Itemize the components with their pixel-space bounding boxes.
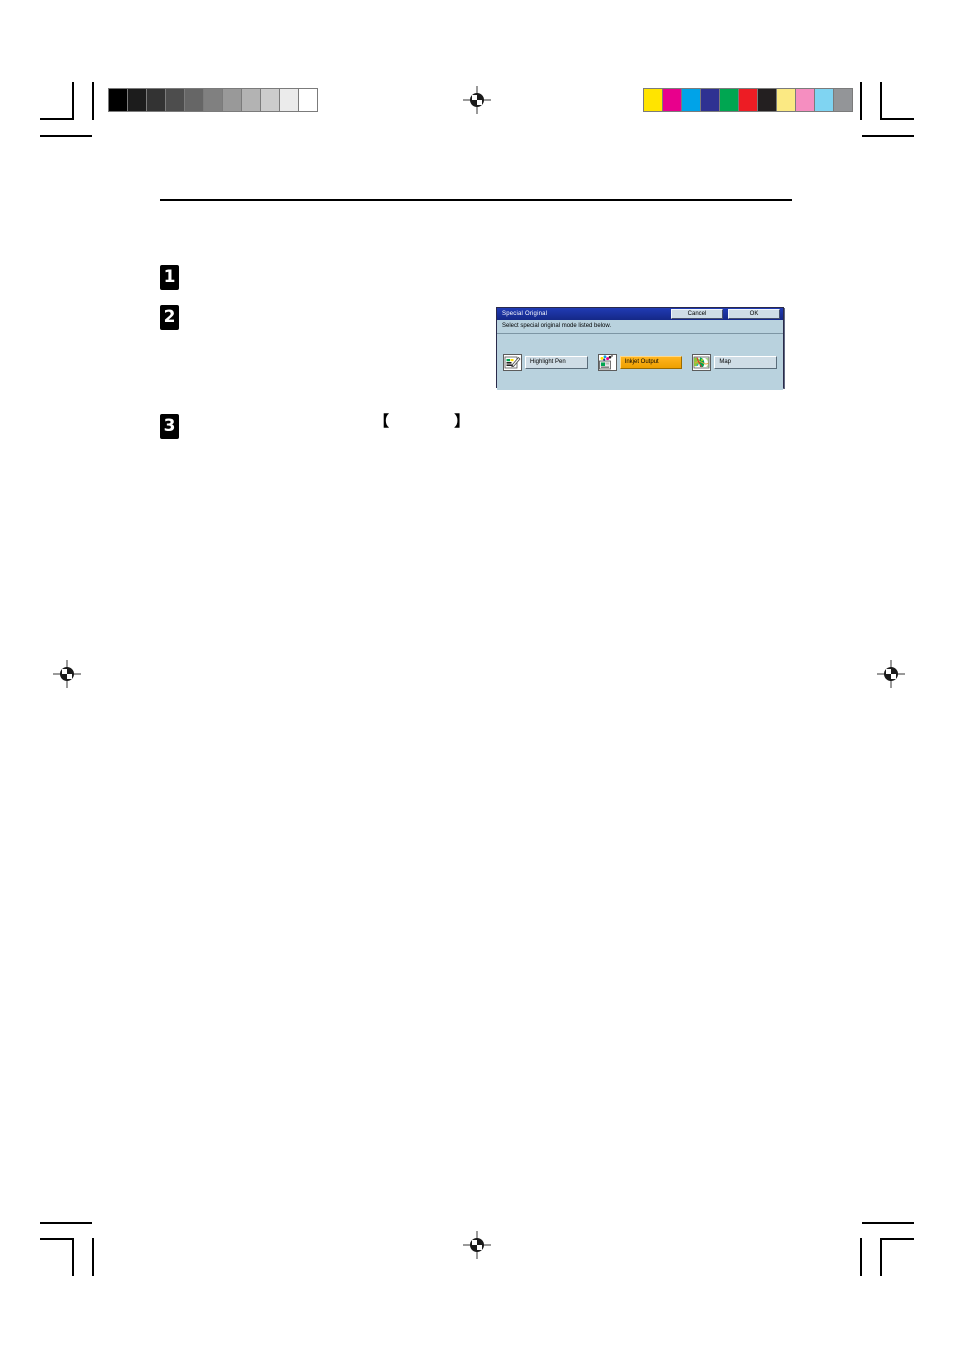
- mode-option-map[interactable]: Map: [692, 353, 778, 371]
- color-patch-1: [662, 89, 681, 111]
- crop-mark-top-right-horizontal-b: [862, 135, 914, 137]
- crop-mark-top-right-vertical-b: [880, 82, 882, 120]
- crop-mark-bottom-right-vertical-a: [860, 1238, 862, 1276]
- section-divider-rule: [160, 199, 792, 201]
- color-calibration-strip: [643, 88, 853, 112]
- step-marker-3: 3: [160, 414, 179, 439]
- grayscale-patch-6: [222, 89, 241, 111]
- color-patch-6: [757, 89, 776, 111]
- crop-mark-top-right-vertical-a: [860, 82, 862, 120]
- color-patch-0: [644, 89, 662, 111]
- dialog-instruction: Select special original mode listed belo…: [497, 320, 783, 333]
- color-patch-10: [833, 89, 852, 111]
- crop-mark-bottom-right-horizontal-b: [880, 1238, 914, 1240]
- grayscale-patch-8: [260, 89, 279, 111]
- grayscale-patch-5: [203, 89, 222, 111]
- registration-mark-right-middle: [877, 660, 905, 688]
- grayscale-patch-7: [241, 89, 260, 111]
- mode-label-inkjet-output[interactable]: Inkjet Output: [619, 355, 683, 369]
- color-patch-3: [700, 89, 719, 111]
- dialog-titlebar: Special Original Cancel OK: [497, 308, 783, 320]
- crop-mark-top-left-vertical-a: [72, 82, 74, 120]
- grayscale-patch-4: [184, 89, 203, 111]
- registration-mark-bottom-center: [463, 1231, 491, 1259]
- grayscale-patch-0: [109, 89, 127, 111]
- grayscale-calibration-strip: [108, 88, 318, 112]
- crop-mark-top-left-horizontal-b: [40, 135, 92, 137]
- highlight-pen-icon: [503, 353, 522, 371]
- dialog-title: Special Original: [502, 310, 548, 317]
- mode-option-highlight-pen[interactable]: Highlight Pen: [503, 353, 588, 371]
- color-patch-5: [738, 89, 757, 111]
- color-patch-9: [814, 89, 833, 111]
- crop-mark-bottom-left-horizontal-a: [40, 1222, 92, 1224]
- ok-button[interactable]: OK: [728, 309, 780, 319]
- dialog-body: Highlight Pen Inkjet Output Map: [497, 334, 783, 390]
- grayscale-patch-10: [298, 89, 317, 111]
- color-patch-7: [776, 89, 795, 111]
- special-original-dialog: Special Original Cancel OK Select specia…: [496, 307, 784, 390]
- color-patch-2: [681, 89, 700, 111]
- registration-mark-left-middle: [53, 660, 81, 688]
- crop-mark-top-left-horizontal-a: [40, 118, 74, 120]
- crop-mark-bottom-right-vertical-b: [880, 1238, 882, 1276]
- crop-mark-top-left-vertical-b: [92, 82, 94, 120]
- crop-mark-bottom-left-horizontal-b: [40, 1238, 74, 1240]
- bracket-placeholder: 【 】: [374, 412, 500, 430]
- grayscale-patch-2: [146, 89, 165, 111]
- crop-mark-top-right-horizontal-a: [880, 118, 914, 120]
- step-marker-1: 1: [160, 265, 179, 290]
- mode-label-highlight-pen[interactable]: Highlight Pen: [525, 355, 588, 369]
- grayscale-patch-1: [127, 89, 146, 111]
- cancel-button[interactable]: Cancel: [671, 309, 723, 319]
- crop-mark-bottom-left-vertical-b: [92, 1238, 94, 1276]
- inkjet-output-icon: [597, 353, 617, 371]
- step-marker-2: 2: [160, 305, 179, 330]
- mode-label-map[interactable]: Map: [714, 355, 778, 369]
- color-patch-4: [719, 89, 738, 111]
- color-patch-8: [795, 89, 814, 111]
- grayscale-patch-9: [279, 89, 298, 111]
- mode-option-inkjet-output[interactable]: Inkjet Output: [597, 353, 683, 371]
- registration-mark-top-center: [463, 86, 491, 114]
- grayscale-patch-3: [165, 89, 184, 111]
- crop-mark-bottom-right-horizontal-a: [862, 1222, 914, 1224]
- crop-mark-bottom-left-vertical-a: [72, 1238, 74, 1276]
- map-icon: [692, 353, 712, 371]
